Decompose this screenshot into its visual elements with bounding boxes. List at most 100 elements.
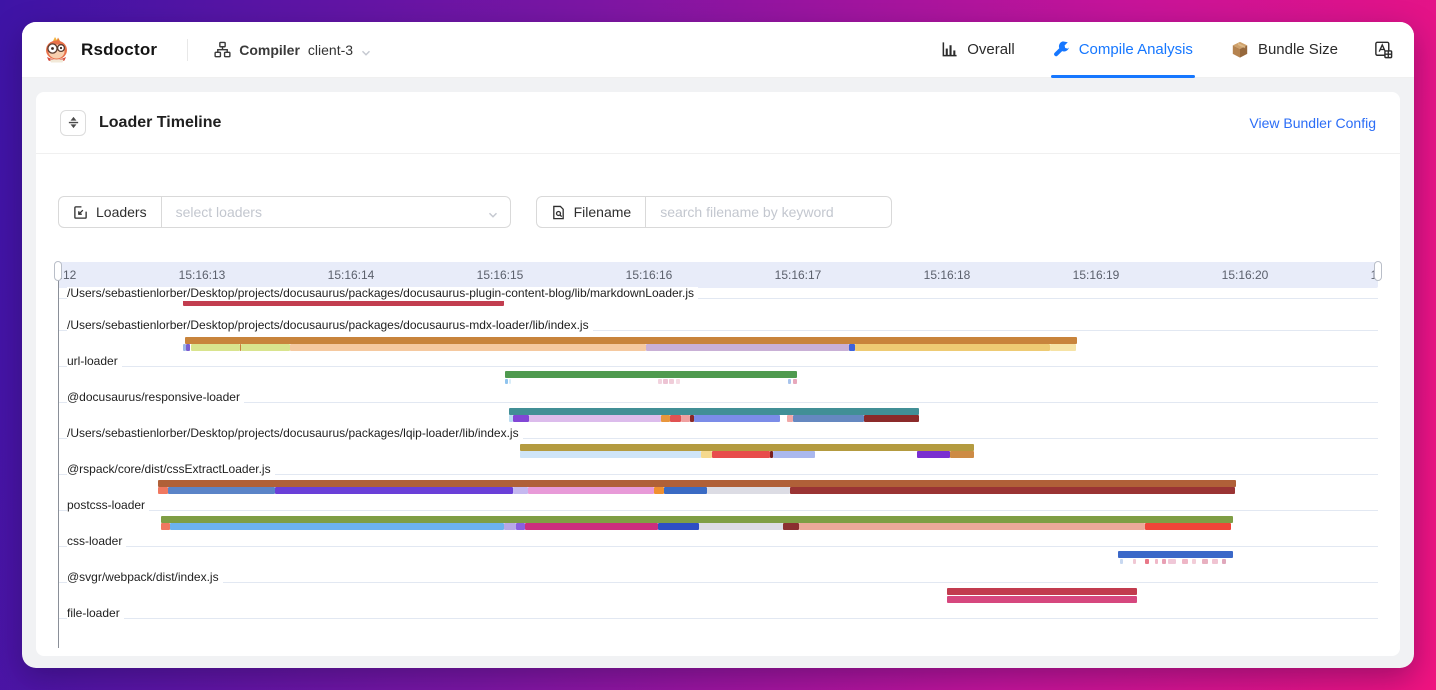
loader-span[interactable] [529,415,661,422]
collapse-rows-button[interactable] [60,110,86,136]
loader-span[interactable] [161,523,170,530]
loader-span[interactable] [525,523,658,530]
loader-span[interactable] [663,379,668,384]
brush-handle-left[interactable] [54,261,62,281]
loader-timeline-panel: Loader Timeline View Bundler Config Load… [36,92,1400,656]
loader-span[interactable] [509,408,919,415]
axis-tick-label: 15:16:13 [179,268,226,282]
loader-span[interactable] [917,451,950,458]
loader-span[interactable] [170,523,504,530]
loader-span[interactable] [1118,551,1233,558]
filename-search-input[interactable] [646,204,891,220]
view-bundler-config-link[interactable]: View Bundler Config [1249,115,1376,131]
timeline-axis[interactable]: 15:16:1215:16:1315:16:1415:16:1515:16:16… [58,262,1378,288]
loader-span[interactable] [1168,559,1176,564]
timeline-row-label: /Users/sebastienlorber/Desktop/projects/… [67,427,523,441]
app-header: Rsdoctor Compiler client-3 [22,22,1414,78]
loader-span[interactable] [1192,559,1196,564]
compiler-value: client-3 [308,42,353,58]
loader-span[interactable] [788,379,791,384]
loader-span[interactable] [670,415,681,422]
loader-span[interactable] [1120,559,1123,564]
loader-span[interactable] [516,523,525,530]
file-search-icon [551,205,566,220]
compiler-selector[interactable]: Compiler client-3 [214,41,371,58]
brand[interactable]: Rsdoctor [42,35,157,65]
loader-span[interactable] [1182,559,1188,564]
loader-span[interactable] [681,415,690,422]
loader-span[interactable] [513,415,529,422]
loader-span[interactable] [676,379,680,384]
loader-span[interactable] [1145,559,1149,564]
loader-span[interactable] [669,379,674,384]
loader-span[interactable] [947,588,1137,595]
translate-icon[interactable] [1373,39,1394,60]
loader-span[interactable] [799,523,1145,530]
loaders-select[interactable] [162,197,510,227]
axis-tick-label: 15:16:17 [775,268,822,282]
loader-span[interactable] [1133,559,1136,564]
tab-compile-analysis[interactable]: Compile Analysis [1053,22,1193,78]
loader-span[interactable] [1145,523,1231,530]
filename-label: Filename [574,204,632,220]
axis-tick-label: 15:16:16 [626,268,673,282]
timeline-row-label: /Users/sebastienlorber/Desktop/projects/… [67,319,593,333]
loader-span[interactable] [701,451,712,458]
loader-span[interactable] [509,379,511,384]
loader-span[interactable] [275,487,513,494]
loader-span[interactable] [661,415,670,422]
loader-span[interactable] [1050,344,1076,351]
tab-overall[interactable]: Overall [941,22,1015,78]
loader-span[interactable] [712,451,770,458]
loader-span[interactable] [773,451,815,458]
loader-span[interactable] [658,379,662,384]
loader-span[interactable] [783,523,799,530]
loader-span[interactable] [185,337,1077,344]
loader-span[interactable] [790,487,1235,494]
loader-span[interactable] [504,523,516,530]
loader-span[interactable] [1212,559,1218,564]
loader-span[interactable] [528,487,654,494]
loader-span[interactable] [168,487,275,494]
loader-span[interactable] [520,451,701,458]
loader-span[interactable] [505,371,797,378]
loader-span[interactable] [161,516,1233,523]
loader-span[interactable] [241,344,290,351]
loader-span[interactable] [186,344,190,351]
loader-span[interactable] [855,344,1050,351]
loader-span[interactable] [707,487,790,494]
loader-span[interactable] [1155,559,1158,564]
loader-span[interactable] [947,596,1137,603]
loader-span[interactable] [950,451,974,458]
loaders-select-input[interactable] [162,204,510,220]
loader-span[interactable] [290,344,646,351]
timeline-row-label: @svgr/webpack/dist/index.js [67,571,223,585]
loader-span[interactable] [1222,559,1226,564]
loader-span[interactable] [513,487,528,494]
loader-span[interactable] [505,379,508,384]
app-card: Rsdoctor Compiler client-3 [22,22,1414,668]
timeline-row-label: file-loader [67,607,124,621]
loader-span[interactable] [654,487,664,494]
timeline-left-boundary [58,262,59,648]
loader-span[interactable] [646,344,849,351]
loader-span[interactable] [864,415,919,422]
loader-span[interactable] [793,379,797,384]
loader-span[interactable] [658,523,699,530]
loader-span[interactable] [699,523,783,530]
loader-span[interactable] [694,415,780,422]
axis-tick-label: 15:16:15 [477,268,524,282]
tab-bundle-size[interactable]: Bundle Size [1231,22,1338,78]
loader-span[interactable] [158,487,168,494]
loader-span[interactable] [1162,559,1166,564]
loader-span[interactable] [191,344,240,351]
loader-span[interactable] [664,487,707,494]
filename-field[interactable] [646,197,891,227]
loader-span[interactable] [158,480,1236,487]
brush-handle-right[interactable] [1374,261,1382,281]
axis-tick-label: 15:16:18 [924,268,971,282]
loader-span[interactable] [520,444,974,451]
loader-span[interactable] [793,415,864,422]
tab-label: Overall [967,41,1015,58]
loader-span[interactable] [1202,559,1208,564]
